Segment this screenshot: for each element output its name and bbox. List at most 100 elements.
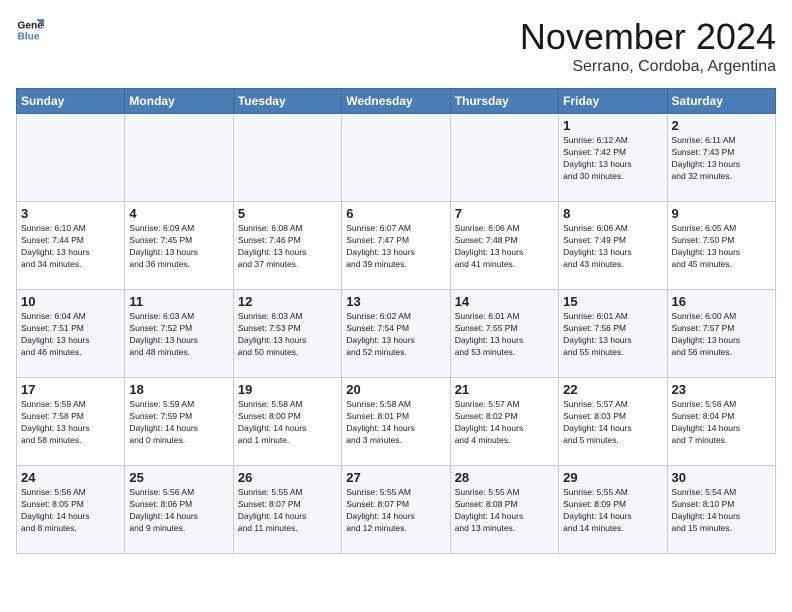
day-number: 1 [563,118,662,133]
day-info: Sunrise: 5:57 AM Sunset: 8:03 PM Dayligh… [563,399,662,447]
day-number: 7 [455,206,554,221]
day-number: 16 [672,294,771,309]
calendar-body: 1Sunrise: 6:12 AM Sunset: 7:42 PM Daylig… [17,114,776,554]
day-info: Sunrise: 5:55 AM Sunset: 8:09 PM Dayligh… [563,487,662,535]
day-number: 11 [129,294,228,309]
weekday-header: Saturday [667,89,775,114]
calendar-cell: 29 Sunrise: 5:55 AM Sunset: 8:09 PM Dayli… [559,466,667,554]
day-number: 9 [672,206,771,221]
day-number: 24 [21,470,120,485]
page-header: General Blue November 2024 Serrano, Cord… [16,16,776,76]
day-info: Sunrise: 5:56 AM Sunset: 8:05 PM Dayligh… [21,487,120,535]
day-number: 5 [238,206,337,221]
calendar-cell: 27 Sunrise: 5:55 AM Sunset: 8:07 PM Dayli… [342,466,450,554]
day-info: Sunrise: 6:02 AM Sunset: 7:54 PM Dayligh… [346,311,445,359]
calendar-cell: 11 Sunrise: 6:03 AM Sunset: 7:52 PM Dayli… [125,290,233,378]
calendar-cell: 17Sunrise: 5:59 AM Sunset: 7:58 PM Dayli… [17,378,125,466]
day-number: 26 [238,470,337,485]
weekday-header: Thursday [450,89,558,114]
day-number: 8 [563,206,662,221]
calendar-cell: 25Sunrise: 5:56 AM Sunset: 8:06 PM Dayli… [125,466,233,554]
day-info: Sunrise: 5:55 AM Sunset: 8:07 PM Dayligh… [346,487,445,535]
weekday-header: Wednesday [342,89,450,114]
calendar-cell: 15 Sunrise: 6:01 AM Sunset: 7:56 PM Dayli… [559,290,667,378]
day-info: Sunrise: 5:55 AM Sunset: 8:08 PM Dayligh… [455,487,554,535]
svg-text:Blue: Blue [18,31,40,42]
day-info: Sunrise: 6:06 AM Sunset: 7:48 PM Dayligh… [455,223,554,271]
day-number: 20 [346,382,445,397]
calendar-cell: 13 Sunrise: 6:02 AM Sunset: 7:54 PM Dayli… [342,290,450,378]
calendar-cell: 22 Sunrise: 5:57 AM Sunset: 8:03 PM Dayli… [559,378,667,466]
day-number: 17 [21,382,120,397]
day-info: Sunrise: 5:54 AM Sunset: 8:10 PM Dayligh… [672,487,771,535]
day-info: Sunrise: 6:04 AM Sunset: 7:51 PM Dayligh… [21,311,120,359]
calendar-cell [450,114,558,202]
day-number: 2 [672,118,771,133]
calendar-cell: 18Sunrise: 5:59 AM Sunset: 7:59 PM Dayli… [125,378,233,466]
day-number: 14 [455,294,554,309]
calendar-cell: 14 Sunrise: 6:01 AM Sunset: 7:55 PM Dayli… [450,290,558,378]
title-block: November 2024 Serrano, Cordoba, Argentin… [520,16,776,76]
calendar-cell: 7 Sunrise: 6:06 AM Sunset: 7:48 PM Daylig… [450,202,558,290]
day-info: Sunrise: 5:59 AM Sunset: 7:59 PM Dayligh… [129,399,228,447]
day-info: Sunrise: 6:05 AM Sunset: 7:50 PM Dayligh… [672,223,771,271]
calendar-cell [233,114,341,202]
calendar-cell [17,114,125,202]
day-number: 12 [238,294,337,309]
calendar-cell: 1Sunrise: 6:12 AM Sunset: 7:42 PM Daylig… [559,114,667,202]
calendar-cell: 9 Sunrise: 6:05 AM Sunset: 7:50 PM Daylig… [667,202,775,290]
day-number: 27 [346,470,445,485]
day-number: 19 [238,382,337,397]
day-info: Sunrise: 6:11 AM Sunset: 7:43 PM Dayligh… [672,135,771,183]
day-info: Sunrise: 5:56 AM Sunset: 8:04 PM Dayligh… [672,399,771,447]
day-number: 23 [672,382,771,397]
calendar-cell [125,114,233,202]
day-number: 3 [21,206,120,221]
calendar-cell: 16 Sunrise: 6:00 AM Sunset: 7:57 PM Dayli… [667,290,775,378]
day-number: 29 [563,470,662,485]
day-info: Sunrise: 5:55 AM Sunset: 8:07 PM Dayligh… [238,487,337,535]
calendar-header: SundayMondayTuesdayWednesdayThursdayFrid… [17,89,776,114]
calendar-cell: 28 Sunrise: 5:55 AM Sunset: 8:08 PM Dayli… [450,466,558,554]
logo-icon: General Blue [16,16,44,44]
day-info: Sunrise: 6:01 AM Sunset: 7:55 PM Dayligh… [455,311,554,359]
calendar-cell: 5Sunrise: 6:08 AM Sunset: 7:46 PM Daylig… [233,202,341,290]
day-number: 25 [129,470,228,485]
day-info: Sunrise: 6:03 AM Sunset: 7:53 PM Dayligh… [238,311,337,359]
day-info: Sunrise: 5:57 AM Sunset: 8:02 PM Dayligh… [455,399,554,447]
calendar-cell: 20 Sunrise: 5:58 AM Sunset: 8:01 PM Dayli… [342,378,450,466]
day-info: Sunrise: 6:07 AM Sunset: 7:47 PM Dayligh… [346,223,445,271]
calendar-cell: 21 Sunrise: 5:57 AM Sunset: 8:02 PM Dayli… [450,378,558,466]
calendar-cell: 8 Sunrise: 6:06 AM Sunset: 7:49 PM Daylig… [559,202,667,290]
day-number: 22 [563,382,662,397]
calendar-cell: 24 Sunrise: 5:56 AM Sunset: 8:05 PM Dayli… [17,466,125,554]
day-info: Sunrise: 5:58 AM Sunset: 8:00 PM Dayligh… [238,399,337,447]
day-info: Sunrise: 6:00 AM Sunset: 7:57 PM Dayligh… [672,311,771,359]
calendar-cell: 30 Sunrise: 5:54 AM Sunset: 8:10 PM Dayli… [667,466,775,554]
weekday-header: Monday [125,89,233,114]
calendar-cell: 10Sunrise: 6:04 AM Sunset: 7:51 PM Dayli… [17,290,125,378]
calendar-cell: 12 Sunrise: 6:03 AM Sunset: 7:53 PM Dayli… [233,290,341,378]
day-info: Sunrise: 6:01 AM Sunset: 7:56 PM Dayligh… [563,311,662,359]
day-number: 21 [455,382,554,397]
logo: General Blue [16,16,44,44]
day-info: Sunrise: 6:03 AM Sunset: 7:52 PM Dayligh… [129,311,228,359]
calendar-cell: 4 Sunrise: 6:09 AM Sunset: 7:45 PM Daylig… [125,202,233,290]
day-info: Sunrise: 5:58 AM Sunset: 8:01 PM Dayligh… [346,399,445,447]
calendar-cell: 2 Sunrise: 6:11 AM Sunset: 7:43 PM Daylig… [667,114,775,202]
calendar-cell: 6 Sunrise: 6:07 AM Sunset: 7:47 PM Daylig… [342,202,450,290]
day-number: 6 [346,206,445,221]
calendar-cell: 23 Sunrise: 5:56 AM Sunset: 8:04 PM Dayli… [667,378,775,466]
day-number: 4 [129,206,228,221]
day-number: 15 [563,294,662,309]
day-number: 30 [672,470,771,485]
day-info: Sunrise: 6:09 AM Sunset: 7:45 PM Dayligh… [129,223,228,271]
weekday-header: Friday [559,89,667,114]
calendar-cell: 19 Sunrise: 5:58 AM Sunset: 8:00 PM Dayli… [233,378,341,466]
calendar-table: SundayMondayTuesdayWednesdayThursdayFrid… [16,88,776,554]
day-number: 28 [455,470,554,485]
day-info: Sunrise: 6:06 AM Sunset: 7:49 PM Dayligh… [563,223,662,271]
day-number: 13 [346,294,445,309]
weekday-header: Tuesday [233,89,341,114]
weekday-header: Sunday [17,89,125,114]
